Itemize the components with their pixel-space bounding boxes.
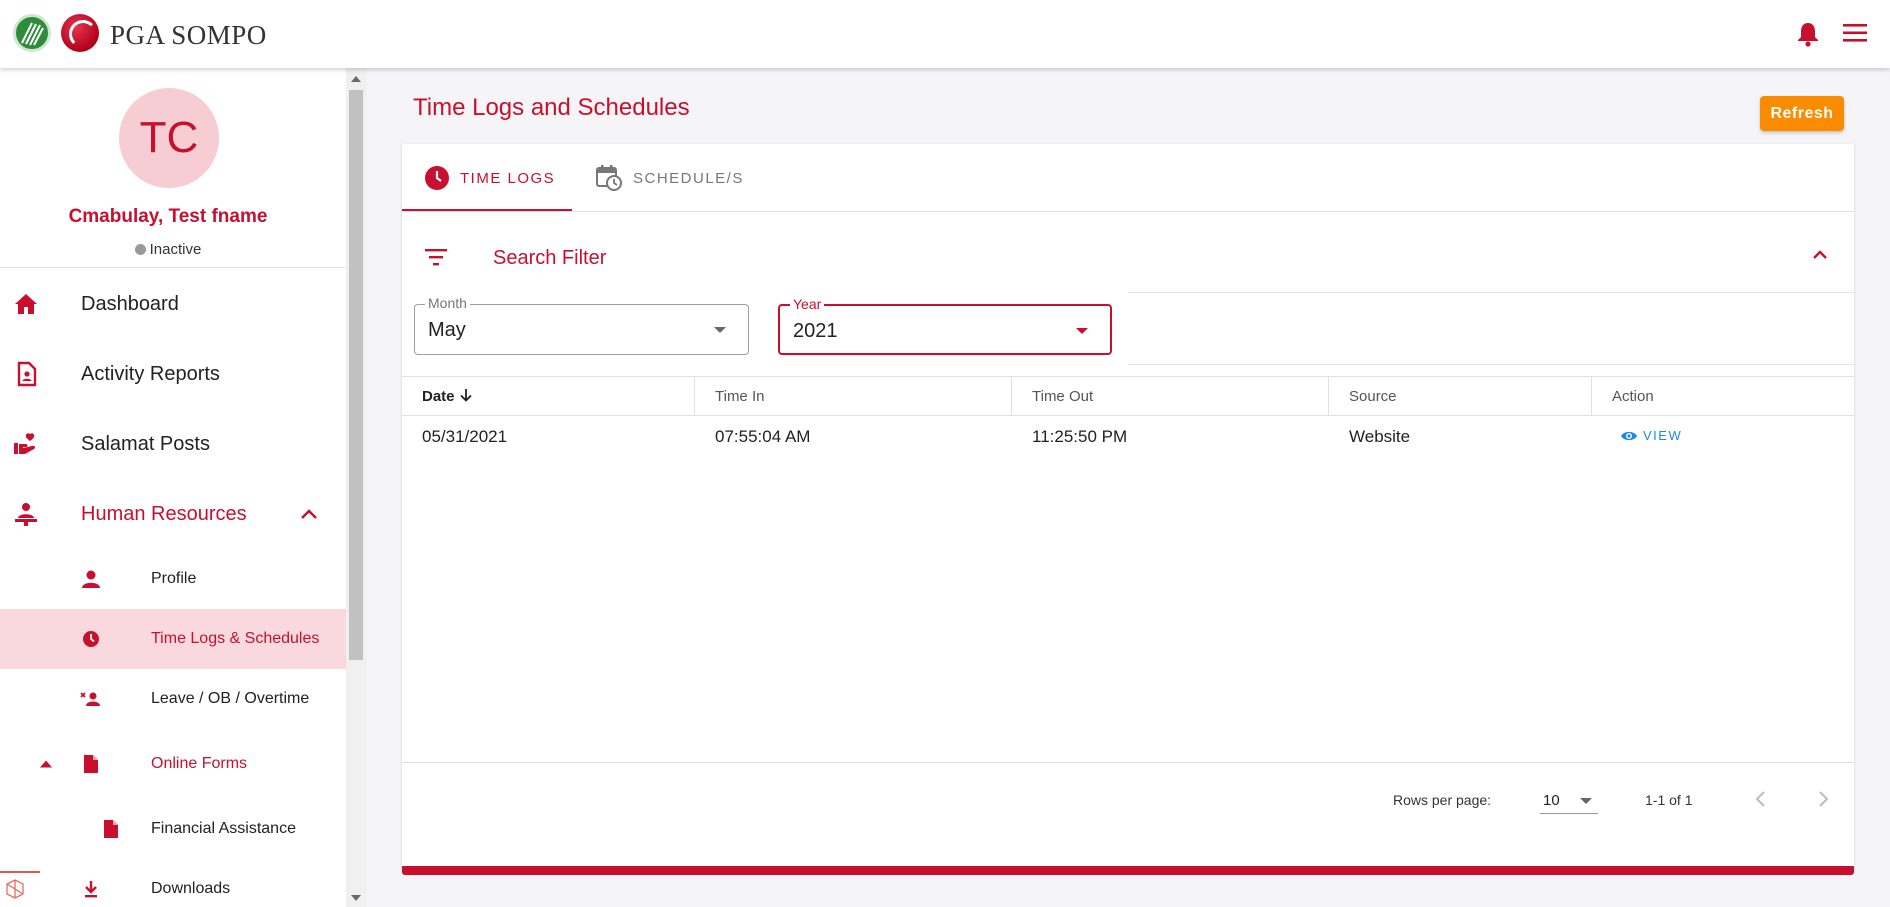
home-icon <box>15 294 37 314</box>
person-remove-icon <box>80 692 100 706</box>
column-header-date[interactable]: Date <box>402 377 695 416</box>
sidebar-item-label: Online Forms <box>151 755 248 772</box>
column-header-time-in: Time In <box>695 377 1012 416</box>
cell-time-out: 11:25:50 PM <box>1032 427 1128 446</box>
table-footer-divider <box>402 762 1854 763</box>
menu-icon[interactable] <box>1842 23 1868 48</box>
download-icon <box>85 881 97 898</box>
caret-up-icon[interactable] <box>40 760 52 768</box>
file-icon <box>84 755 98 773</box>
top-bar: PGA SOMPO <box>0 0 1890 68</box>
sidebar-item-label: Human Resources <box>81 502 247 525</box>
brand-name: PGA SOMPO <box>110 20 267 50</box>
pga-logo-icon <box>13 14 51 52</box>
dropdown-caret-icon <box>1076 328 1088 334</box>
status-dot-icon <box>134 244 146 255</box>
sidebar-item-time-logs[interactable]: Time Logs & Schedules <box>0 609 346 669</box>
sidebar-item-dashboard[interactable]: Dashboard <box>0 272 346 336</box>
eye-icon <box>1621 431 1637 440</box>
user-status: Inactive <box>0 241 336 258</box>
sidebar-item-label: Downloads <box>151 880 231 897</box>
sidebar-item-downloads[interactable]: Downloads <box>0 859 346 907</box>
tab-label: SCHEDULE/S <box>633 169 744 187</box>
column-header-action: Action <box>1612 388 1654 405</box>
avatar: TC <box>119 88 219 188</box>
cell-date: 05/31/2021 <box>422 427 508 446</box>
rows-per-page-select[interactable]: 10 <box>1540 784 1598 814</box>
tab-time-logs[interactable]: TIME LOGS <box>424 144 555 212</box>
scroll-thumb[interactable] <box>349 90 363 660</box>
refresh-button[interactable]: Refresh <box>1760 96 1844 131</box>
table-row: 05/31/2021 07:55:04 AM 11:25:50 PM Websi… <box>402 416 1854 458</box>
report-icon <box>17 361 37 387</box>
debug-widget-icon[interactable] <box>0 871 40 907</box>
card-bottom-accent <box>402 866 1854 875</box>
person-desk-icon <box>15 503 37 526</box>
rows-per-page-value: 10 <box>1543 792 1560 809</box>
clock-icon <box>83 631 99 647</box>
file-icon <box>104 820 118 838</box>
notification-bell-icon[interactable] <box>1796 21 1820 52</box>
cell-source: Website <box>1349 427 1411 446</box>
sidebar-item-online-forms[interactable]: Online Forms <box>0 734 346 794</box>
sidebar-item-label: Financial Assistance <box>151 820 296 837</box>
sidebar-item-leave[interactable]: Leave / OB / Overtime <box>0 669 346 729</box>
chevron-right-icon[interactable] <box>1816 789 1830 809</box>
time-logs-card: TIME LOGS SCHEDULE/S Search Filter Month… <box>402 144 1854 867</box>
sidebar: TC Cmabulay, Test fname Inactive Dashboa… <box>0 68 346 907</box>
status-text: Inactive <box>149 241 202 258</box>
sidebar-item-human-resources[interactable]: Human Resources <box>0 482 346 546</box>
calendar-clock-icon <box>596 165 622 191</box>
sidebar-item-label: Activity Reports <box>81 362 220 385</box>
page-title: Time Logs and Schedules <box>413 94 690 121</box>
person-icon <box>82 570 100 588</box>
column-header-time-out: Time Out <box>1012 377 1329 416</box>
tab-divider <box>402 211 1854 212</box>
sidebar-item-label: Profile <box>151 570 197 587</box>
heart-hand-icon <box>14 433 36 454</box>
sidebar-item-label: Salamat Posts <box>81 432 210 455</box>
year-label: Year <box>790 296 825 312</box>
sidebar-item-label: Leave / OB / Overtime <box>151 690 310 707</box>
tab-schedules[interactable]: SCHEDULE/S <box>595 144 744 212</box>
table-header: Date Time In Time Out Source Action <box>402 376 1854 416</box>
filter-icon <box>425 249 447 266</box>
sidebar-item-profile[interactable]: Profile <box>0 549 346 609</box>
dropdown-caret-icon <box>1580 798 1592 804</box>
month-select[interactable]: Month May <box>414 295 749 355</box>
chevron-left-icon[interactable] <box>1754 789 1768 809</box>
sompo-logo-icon <box>61 14 99 52</box>
chevron-up-icon[interactable] <box>300 508 318 520</box>
sidebar-item-label: Dashboard <box>81 292 179 315</box>
clock-icon <box>425 166 449 190</box>
sidebar-item-activity-reports[interactable]: Activity Reports <box>0 342 346 406</box>
sort-down-arrow-icon[interactable] <box>459 387 473 403</box>
user-name: Cmabulay, Test fname <box>68 206 268 227</box>
sidebar-item-label: Time Logs & Schedules <box>151 630 320 647</box>
rows-per-page-label: Rows per page: <box>1393 792 1492 808</box>
filter-box-border <box>1128 292 1854 293</box>
scroll-down-arrow-icon[interactable] <box>351 895 361 901</box>
search-filter-title[interactable]: Search Filter <box>493 247 606 270</box>
scroll-up-arrow-icon[interactable] <box>351 76 361 82</box>
month-value: May <box>428 319 466 341</box>
month-label: Month <box>425 295 470 311</box>
view-button[interactable]: VIEW <box>1620 428 1682 443</box>
column-header-source: Source <box>1329 377 1592 416</box>
sidebar-item-salamat-posts[interactable]: Salamat Posts <box>0 412 346 476</box>
year-value: 2021 <box>793 320 838 342</box>
pagination-range: 1-1 of 1 <box>1645 792 1693 808</box>
view-label: VIEW <box>1643 428 1683 443</box>
tab-label: TIME LOGS <box>460 169 556 187</box>
dropdown-caret-icon <box>714 327 726 333</box>
sidebar-item-financial-assistance[interactable]: Financial Assistance <box>0 799 346 859</box>
cell-time-in: 07:55:04 AM <box>715 427 811 446</box>
sidebar-scrollbar[interactable] <box>346 68 366 907</box>
year-select[interactable]: Year 2021 <box>778 296 1112 355</box>
chevron-up-icon[interactable] <box>1811 247 1829 261</box>
sidebar-divider <box>0 267 346 268</box>
filter-box-border <box>1128 364 1854 365</box>
